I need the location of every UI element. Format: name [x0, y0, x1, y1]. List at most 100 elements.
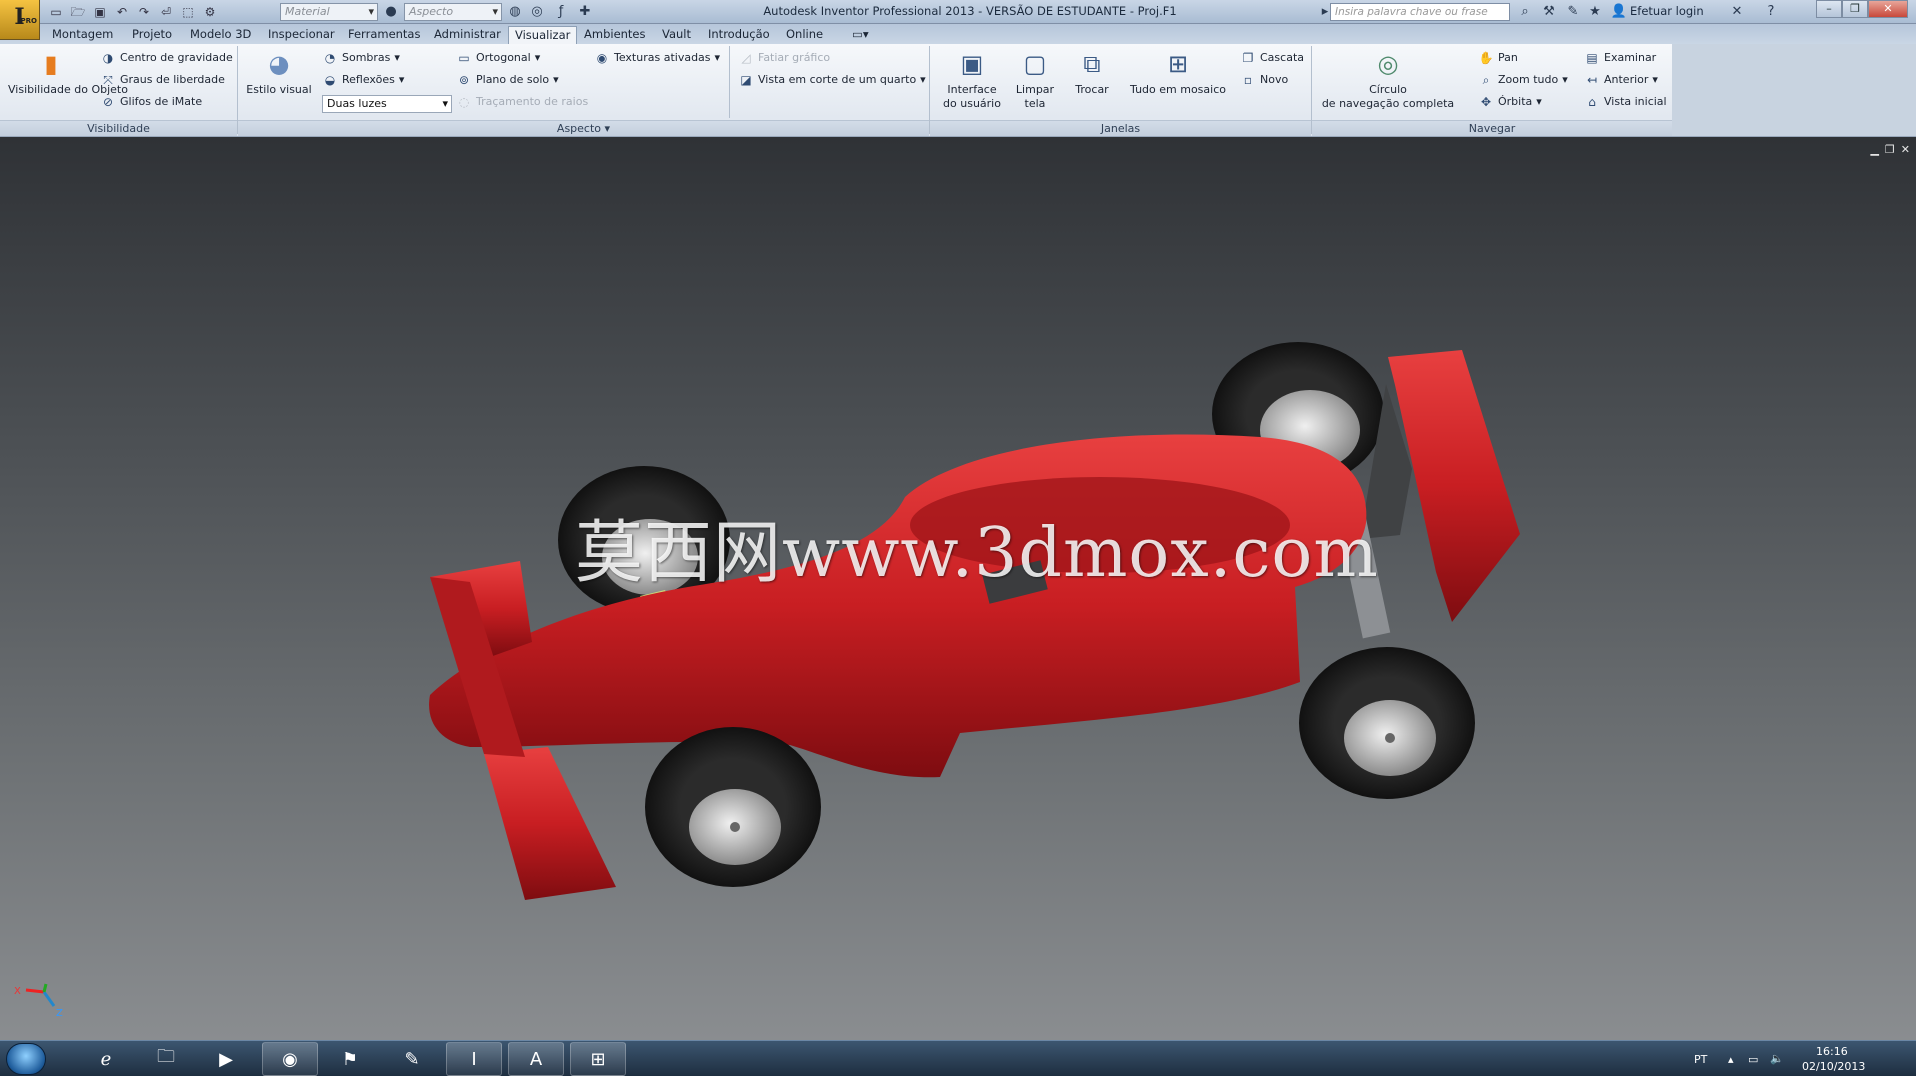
doc-minimize-icon[interactable]: ▁: [1870, 143, 1878, 156]
subscription-icon[interactable]: ⚒: [1540, 3, 1558, 21]
previous-view-button[interactable]: ↤ Anterior ▾: [1584, 70, 1658, 90]
tab-vault[interactable]: Vault: [656, 26, 697, 44]
textures-on-button[interactable]: ◉ Texturas ativadas ▾: [594, 48, 720, 68]
center-of-gravity-button[interactable]: ◑ Centro de gravidade: [100, 48, 233, 68]
close-button[interactable]: ✕: [1868, 0, 1908, 18]
reflections-dropdown-icon: ▾: [398, 73, 405, 86]
slice-graphics-button[interactable]: ◿ Fatiar gráfico: [738, 48, 830, 68]
ray-tracing-icon: ◌: [458, 95, 470, 109]
clock-time[interactable]: 16:16: [1816, 1045, 1848, 1058]
imate-glyphs-button[interactable]: ⊘ Glifos de iMate: [100, 92, 202, 112]
orbit-button[interactable]: ✥ Órbita ▾: [1478, 92, 1542, 112]
tab-administrar[interactable]: Administrar: [428, 26, 507, 44]
tab-modelo-3d[interactable]: Modelo 3D: [184, 26, 257, 44]
tab-online[interactable]: Online: [780, 26, 829, 44]
switch-window-button[interactable]: ⧉ Trocar: [1066, 48, 1118, 97]
navigation-wheel-button[interactable]: ◎ Círculo de navegação completa: [1318, 48, 1458, 111]
pan-button[interactable]: ✋ Pan: [1478, 48, 1518, 68]
login-link[interactable]: Efetuar login: [1630, 4, 1704, 18]
aspect-combo[interactable]: Aspecto: [404, 3, 502, 21]
new-file-icon[interactable]: ▭: [48, 4, 64, 20]
restore-button[interactable]: ❐: [1842, 0, 1868, 18]
select-icon[interactable]: ⬚: [180, 4, 196, 20]
undo-icon[interactable]: ↶: [114, 4, 130, 20]
internet-explorer-icon[interactable]: ℯ: [78, 1042, 134, 1076]
binoculars-icon[interactable]: ⌕: [1516, 3, 1534, 21]
object-visibility-button[interactable]: ▮ Visibilidade do Objeto: [8, 48, 128, 97]
ground-plane-button[interactable]: ⊚ Plano de solo ▾: [456, 70, 559, 90]
orbit-dropdown-icon: ▾: [1536, 95, 1542, 108]
clock-date[interactable]: 02/10/2013: [1802, 1060, 1865, 1073]
volume-icon[interactable]: 🔈: [1770, 1052, 1784, 1065]
help-search-input[interactable]: Insira palavra chave ou frase: [1330, 3, 1510, 21]
3ds-max-icon[interactable]: ⚑: [322, 1042, 378, 1076]
file-explorer-icon[interactable]: 🗀: [138, 1042, 194, 1076]
parameters-icon[interactable]: ƒ: [552, 3, 570, 21]
clean-screen-button[interactable]: ▢ Limpar tela: [1010, 48, 1060, 111]
return-icon[interactable]: ⏎: [158, 4, 174, 20]
open-folder-icon[interactable]: 🗁: [70, 4, 86, 20]
imate-glyphs-icon: ⊘: [102, 95, 114, 109]
lighting-style-select[interactable]: Duas luzes: [322, 95, 452, 113]
degrees-of-freedom-button[interactable]: ⤧ Graus de liberdade: [100, 70, 225, 90]
quarter-section-label: Vista em corte de um quarto: [758, 73, 917, 86]
tab-projeto[interactable]: Projeto: [126, 26, 178, 44]
examine-button[interactable]: ▤ Examinar: [1584, 48, 1656, 68]
save-icon[interactable]: ▣: [92, 4, 108, 20]
app-icon[interactable]: ⊞: [570, 1042, 626, 1076]
tab-visualizar[interactable]: Visualizar: [508, 26, 578, 44]
redo-icon[interactable]: ↷: [136, 4, 152, 20]
shadows-label: Sombras: [342, 51, 391, 64]
tab-montagem[interactable]: Montagem: [46, 26, 119, 44]
panel-label-aspecto[interactable]: Aspecto ▾: [238, 120, 929, 136]
object-visibility-icon: ▮: [44, 50, 58, 78]
new-window-button[interactable]: ▫ Novo: [1240, 70, 1288, 90]
tab-ambientes[interactable]: Ambientes: [578, 26, 652, 44]
favorites-star-icon[interactable]: ★: [1586, 3, 1604, 21]
exchange-icon[interactable]: ✕: [1728, 3, 1746, 21]
network-icon[interactable]: ▭: [1748, 1053, 1758, 1066]
material-combo[interactable]: Material: [280, 3, 378, 21]
adjust-appearance-icon[interactable]: ◎: [528, 3, 546, 21]
user-icon[interactable]: 👤: [1610, 3, 1628, 21]
language-indicator[interactable]: PT: [1694, 1053, 1707, 1066]
panel-expand-icon: ▾: [604, 122, 611, 135]
communication-icon[interactable]: ✎: [1564, 3, 1582, 21]
graphics-viewport[interactable]: 莫西网www.3dmox.com ▁ ❐ ✕ X Z: [0, 137, 1916, 1040]
cascade-button[interactable]: ❐ Cascata: [1240, 48, 1304, 68]
home-view-label: Vista inicial: [1604, 95, 1667, 108]
help-icon[interactable]: ?: [1762, 3, 1780, 21]
tab-inspecionar[interactable]: Inspecionar: [262, 26, 341, 44]
tab-overflow-icon[interactable]: ▭▾: [846, 26, 875, 44]
doc-close-icon[interactable]: ✕: [1901, 143, 1910, 156]
user-interface-button[interactable]: ▣ Interface do usuário: [936, 48, 1008, 111]
paint-icon[interactable]: ✎: [384, 1042, 440, 1076]
chrome-icon[interactable]: ◉: [262, 1042, 318, 1076]
home-view-button[interactable]: ⌂ Vista inicial: [1584, 92, 1667, 112]
previous-dropdown-icon: ▾: [1652, 73, 1658, 86]
start-button[interactable]: [6, 1043, 46, 1075]
doc-restore-icon[interactable]: ❐: [1885, 143, 1895, 156]
minimize-button[interactable]: –: [1816, 0, 1842, 18]
update-icon[interactable]: ⚙: [202, 4, 218, 20]
add-icon[interactable]: ✚: [576, 3, 594, 21]
tile-all-button[interactable]: ⊞ Tudo em mosaico: [1126, 48, 1230, 97]
quarter-section-button[interactable]: ◪ Vista em corte de um quarto ▾: [738, 70, 925, 90]
shadows-button[interactable]: ◔ Sombras ▾: [322, 48, 400, 68]
car-body: [429, 434, 1367, 778]
media-player-icon[interactable]: ▶: [198, 1042, 254, 1076]
visual-style-button[interactable]: ◕ Estilo visual: [244, 48, 314, 97]
ribbon-empty-area: [1672, 44, 1916, 137]
orthographic-button[interactable]: ▭ Ortogonal ▾: [456, 48, 540, 68]
tray-expand-icon[interactable]: ▴: [1728, 1053, 1734, 1066]
tab-introducao[interactable]: Introdução: [702, 26, 776, 44]
degrees-of-freedom-label: Graus de liberdade: [120, 73, 225, 86]
zoom-all-button[interactable]: ⌕ Zoom tudo ▾: [1478, 70, 1568, 90]
tab-ferramentas[interactable]: Ferramentas: [342, 26, 426, 44]
autocad-icon[interactable]: A: [508, 1042, 564, 1076]
inventor-icon[interactable]: Ⅰ: [446, 1042, 502, 1076]
clear-appearance-icon[interactable]: ◍: [506, 3, 524, 21]
reflections-button[interactable]: ◒ Reflexões ▾: [322, 70, 405, 90]
application-menu-button[interactable]: I PRO: [0, 0, 40, 40]
ray-tracing-button[interactable]: ◌ Traçamento de raios: [456, 92, 588, 112]
